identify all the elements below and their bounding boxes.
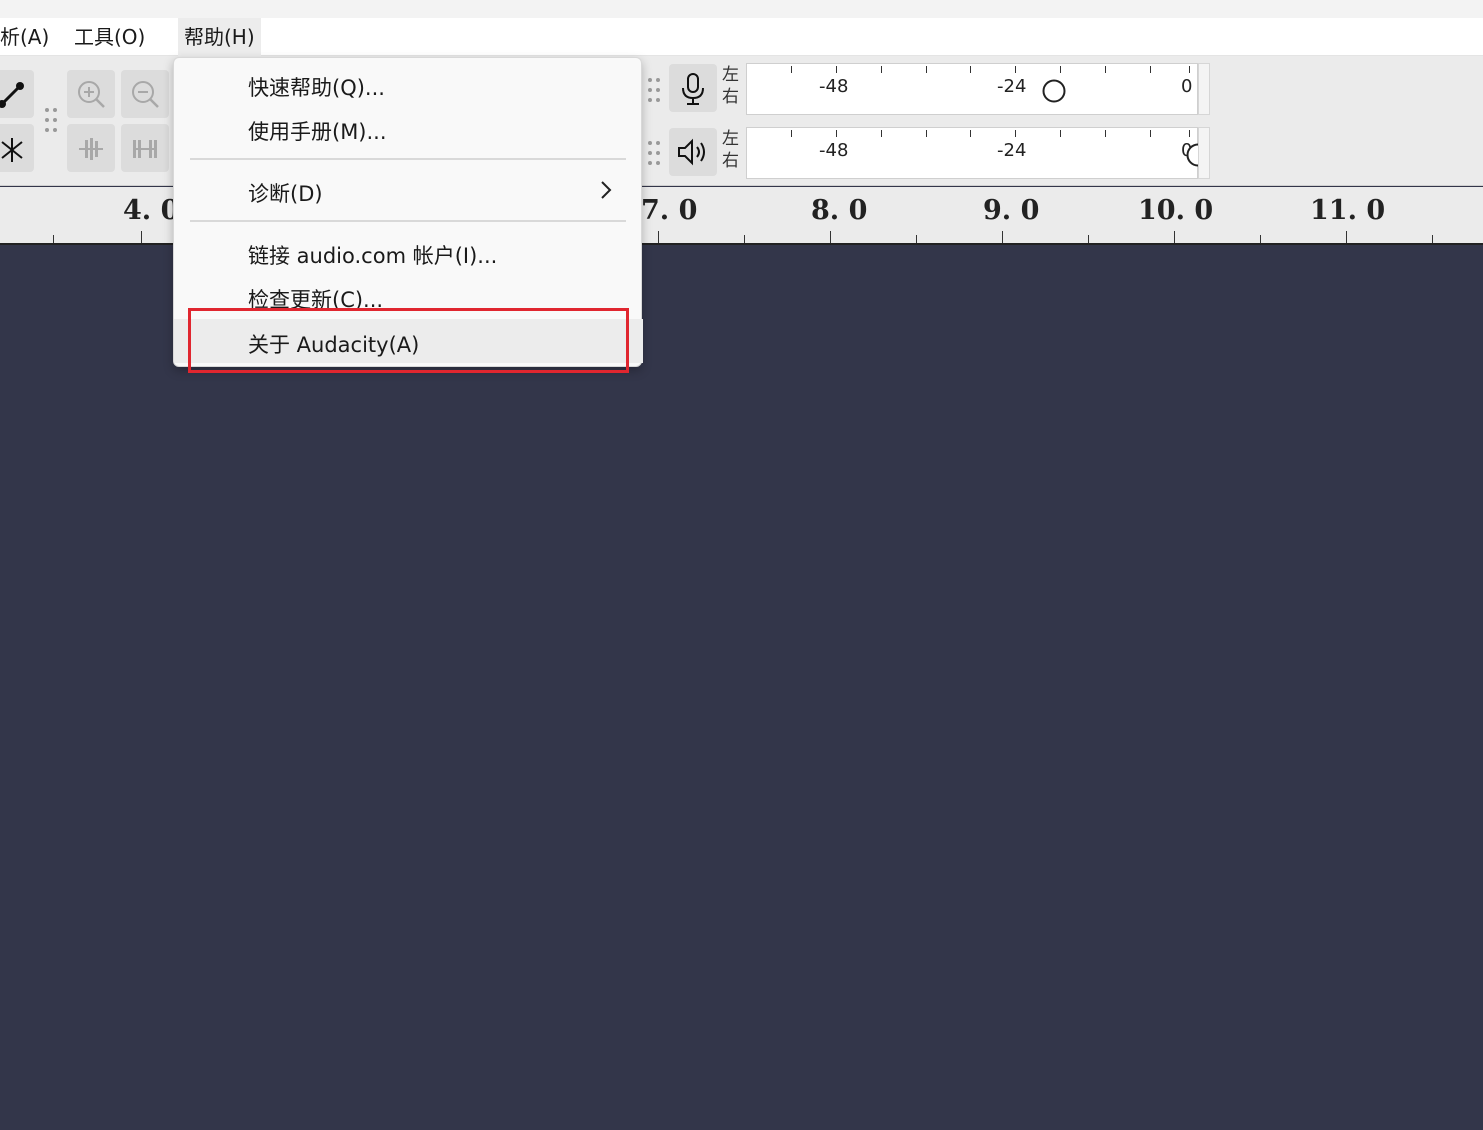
meter-separator (1198, 127, 1210, 179)
meter-tick (836, 66, 837, 73)
meter-scale-label: 0 (1181, 76, 1193, 97)
record-channel-labels: 左 右 (722, 64, 739, 108)
ruler-label: 4. 0 (123, 195, 180, 226)
meter-tick (791, 66, 792, 73)
meter-tick (1150, 130, 1151, 137)
meter-scale-label: -48 (819, 76, 849, 97)
meter-tick (1189, 130, 1190, 137)
zoom-in-button[interactable] (67, 70, 115, 118)
playback-meter-button[interactable] (669, 128, 717, 176)
ruler-label: 9. 0 (983, 195, 1040, 226)
chevron-right-icon (601, 181, 612, 199)
record-left-label: 左 (722, 65, 739, 85)
ruler-label: 10. 0 (1138, 195, 1214, 226)
meter-tick (1105, 130, 1106, 137)
ruler-tick (1174, 231, 1175, 243)
meter-tick (1015, 130, 1016, 137)
ruler-tick (830, 231, 831, 243)
fit-selection-button[interactable] (67, 124, 115, 172)
record-meter-button[interactable] (669, 64, 717, 112)
record-level-meter[interactable]: -48 -24 0 (746, 63, 1198, 115)
fit-project-button[interactable] (121, 124, 169, 172)
menu-item-link-account[interactable]: 链接 audio.com 帐户(I)... (174, 232, 643, 272)
meter-tick (881, 66, 882, 73)
menu-help[interactable]: 帮助(H) (178, 18, 261, 56)
playback-channel-labels: 左 右 (722, 128, 739, 172)
playback-left-label: 左 (722, 129, 739, 149)
menu-item-label: 诊断(D) (248, 182, 323, 206)
speaker-icon (678, 138, 705, 166)
multi-tool-button[interactable] (0, 124, 34, 172)
playback-meter-grip[interactable] (647, 139, 661, 169)
meter-scale-label: -24 (997, 76, 1027, 97)
meter-separator (1198, 63, 1210, 115)
fit-selection-icon (79, 138, 103, 160)
asterisk-icon (1, 138, 23, 162)
meter-tick (1189, 66, 1190, 73)
ruler-tick (141, 231, 142, 243)
meter-tick (970, 66, 971, 73)
record-meter-grip[interactable] (647, 76, 661, 106)
meter-tick (791, 130, 792, 137)
ruler-tick (658, 231, 659, 243)
meter-tick (1150, 66, 1151, 73)
ruler-label: 11. 0 (1310, 195, 1386, 226)
playback-level-meter[interactable]: -48 -24 0 (746, 127, 1210, 179)
menu-item-manual[interactable]: 使用手册(M)... (174, 108, 643, 148)
meter-tick (926, 130, 927, 137)
envelope-tool-button[interactable] (0, 70, 34, 118)
meter-tick (1105, 66, 1106, 73)
meter-tick (1060, 130, 1061, 137)
meter-tick (970, 130, 971, 137)
ruler-tick (916, 235, 917, 243)
ruler-label: 8. 0 (811, 195, 868, 226)
ruler-tick (1002, 231, 1003, 243)
ruler-tick (1260, 235, 1261, 243)
playback-right-label: 右 (722, 151, 739, 171)
annotation-highlight-box (188, 308, 629, 373)
meter-tick (836, 130, 837, 137)
menu-tools[interactable]: 工具(O) (68, 18, 151, 56)
menu-item-diagnostics[interactable]: 诊断(D) (174, 170, 643, 210)
menu-separator (190, 220, 626, 222)
meter-scale-label: -48 (819, 140, 849, 161)
toolbar-grip-handle[interactable] (44, 106, 58, 136)
menubar: 析(A) 工具(O) 帮助(H) (0, 18, 1483, 56)
menu-item-label: 链接 audio.com 帐户(I)... (248, 244, 498, 268)
title-strip (0, 0, 1483, 18)
ruler-tick (1432, 235, 1433, 243)
ruler-tick (744, 235, 745, 243)
meter-tick (881, 130, 882, 137)
track-workspace[interactable] (0, 246, 1483, 1130)
ruler-tick (1088, 235, 1089, 243)
ruler-label: 7. 0 (641, 195, 698, 226)
ruler-tick (1346, 231, 1347, 243)
meter-tick (1015, 66, 1016, 73)
ruler-tick (53, 235, 54, 243)
menu-item-quick-help[interactable]: 快速帮助(Q)... (174, 64, 643, 104)
meter-tick (1060, 66, 1061, 73)
meter-tick (926, 66, 927, 73)
record-volume-slider-thumb[interactable] (1041, 78, 1067, 104)
zoom-in-icon (78, 81, 105, 108)
envelope-icon (0, 82, 24, 108)
menu-separator (190, 158, 626, 160)
meter-scale-label: -24 (997, 140, 1027, 161)
zoom-out-button[interactable] (121, 70, 169, 118)
menu-item-label: 使用手册(M)... (248, 120, 387, 144)
microphone-icon (682, 73, 704, 105)
menu-analyze[interactable]: 析(A) (0, 18, 55, 56)
fit-project-icon (133, 140, 157, 158)
zoom-out-icon (132, 81, 159, 108)
record-right-label: 右 (722, 87, 739, 107)
menu-item-label: 快速帮助(Q)... (248, 76, 385, 100)
audacity-window: 析(A) 工具(O) 帮助(H) 左 右 左 右 -48 -24 0 -48 -… (0, 0, 1483, 1130)
